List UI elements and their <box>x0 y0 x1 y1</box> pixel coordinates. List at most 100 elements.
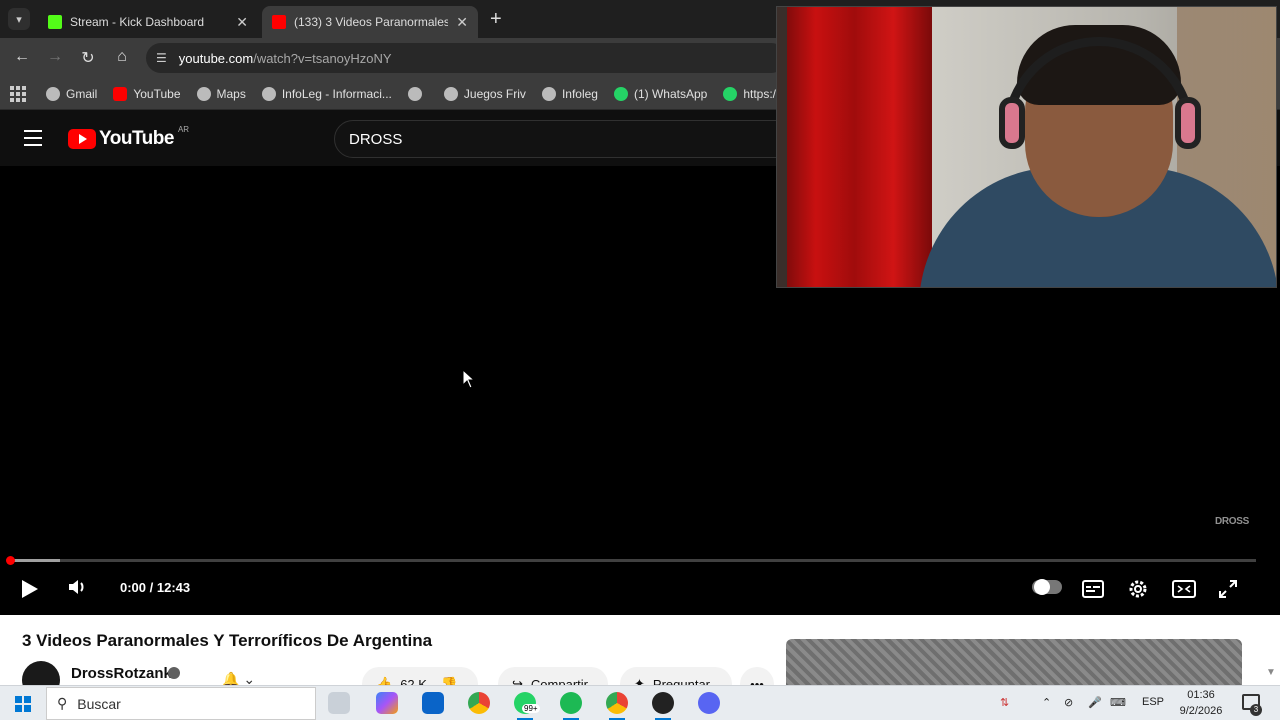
app-tray-icon[interactable]: ⇅ <box>1000 696 1009 709</box>
channel-watermark[interactable]: DROSS <box>1210 516 1254 540</box>
language-indicator[interactable]: ESP <box>1142 696 1164 708</box>
windows-taskbar: ⚲ Buscar 99+ ⇅ ⌃ ⊘ 🎤 ⌨ ESP 01:36 9/2/202… <box>0 685 1280 720</box>
video-title: 3 Videos Paranormales Y Terroríficos De … <box>22 631 433 650</box>
like-count: 62 K <box>400 676 427 686</box>
whatsapp-icon <box>613 86 628 101</box>
share-label: Compartir <box>530 676 588 686</box>
ask-label: Preguntar <box>652 676 710 686</box>
chrome-profile-icon[interactable] <box>606 692 628 720</box>
theater-mode-icon[interactable] <box>1172 580 1196 598</box>
globe-icon <box>261 86 276 101</box>
bookmark-gmail[interactable]: Gmail <box>46 86 98 101</box>
forward-icon[interactable]: → <box>45 48 65 66</box>
sidebar-thumbnail[interactable] <box>786 639 1242 685</box>
reload-icon[interactable]: ↻ <box>78 48 98 68</box>
ask-button[interactable]: ✦ Preguntar <box>620 667 732 685</box>
whatsapp-icon[interactable]: 99+ <box>514 692 540 720</box>
share-icon: ↪ <box>512 676 523 685</box>
youtube-wordmark: YouTube <box>99 128 174 149</box>
bookmark-label: (1) WhatsApp <box>633 86 708 101</box>
chevron-up-icon[interactable]: ⌃ <box>1042 696 1051 709</box>
volume-icon[interactable] <box>66 576 88 598</box>
scrubber-handle[interactable] <box>6 556 15 565</box>
bookmark-label: InfoLeg - Informaci... <box>281 86 392 101</box>
globe-icon <box>407 86 422 101</box>
taskbar-search-input[interactable]: ⚲ Buscar <box>46 687 316 720</box>
home-icon[interactable]: ⌂ <box>112 48 132 66</box>
bookmark-label: Infoleg <box>561 86 598 101</box>
search-query: DROSS <box>349 130 403 148</box>
back-icon[interactable]: ← <box>12 48 32 66</box>
menu-icon[interactable] <box>24 130 42 151</box>
tab-search-button[interactable]: ▾ <box>8 8 30 30</box>
bookmark-infoleg[interactable]: Infoleg <box>541 86 598 101</box>
search-input[interactable]: DROSS <box>334 120 794 158</box>
outlook-icon[interactable] <box>422 692 444 714</box>
youtube-icon <box>113 86 128 101</box>
keyboard-icon[interactable]: ⌨ <box>1110 696 1126 709</box>
buffered-bar <box>10 559 60 562</box>
channel-name[interactable]: DrossRotzank <box>71 665 172 682</box>
task-view-icon[interactable] <box>328 692 350 714</box>
apps-grid-icon[interactable] <box>10 85 26 102</box>
globe-icon <box>196 86 211 101</box>
scroll-down-icon[interactable]: ▼ <box>1266 667 1276 678</box>
bookmark-infoleg-informacion[interactable]: InfoLeg - Informaci... <box>261 86 392 101</box>
youtube-logo-icon <box>68 129 96 149</box>
taskbar-search-placeholder: Buscar <box>77 695 121 712</box>
microphone-icon[interactable]: 🎤 <box>1088 696 1102 709</box>
site-settings-icon[interactable]: ☰ <box>156 51 167 65</box>
new-tab-button[interactable]: + <box>490 8 502 31</box>
spotify-icon[interactable] <box>560 692 582 720</box>
close-icon[interactable]: ✕ <box>456 14 468 31</box>
whatsapp-badge: 99+ <box>522 704 540 713</box>
settings-icon[interactable] <box>1126 578 1150 600</box>
verified-icon <box>168 667 180 679</box>
youtube-icon <box>272 15 286 29</box>
discord-icon[interactable] <box>698 692 720 714</box>
bookmark-youtube[interactable]: YouTube <box>113 86 181 101</box>
bookmark-unnamed[interactable] <box>407 86 428 101</box>
obs-icon[interactable] <box>652 692 674 720</box>
subtitles-icon[interactable] <box>1082 580 1104 598</box>
autoplay-toggle[interactable] <box>1032 579 1062 595</box>
sparkle-icon: ✦ <box>634 676 645 685</box>
tab-title: (133) 3 Videos Paranormales Y <box>294 15 449 29</box>
youtube-logo[interactable]: YouTube AR <box>68 125 189 150</box>
share-button[interactable]: ↪ Compartir <box>498 667 608 685</box>
bookmark-whatsapp[interactable]: (1) WhatsApp <box>613 86 708 101</box>
like-button[interactable]: 👍 62 K 👎 <box>362 667 478 685</box>
bookmark-label: https:// <box>743 86 780 101</box>
more-icon: ••• <box>750 676 764 686</box>
video-info-section: 3 Videos Paranormales Y Terroríficos De … <box>0 615 1280 685</box>
bookmark-label: Gmail <box>66 86 98 101</box>
network-off-icon[interactable]: ⊘ <box>1064 696 1073 709</box>
url-host: youtube.com <box>178 50 254 66</box>
copilot-icon[interactable] <box>376 692 398 714</box>
avatar[interactable] <box>22 661 60 685</box>
bookmark-https[interactable]: https:// <box>723 86 780 101</box>
tab-youtube-video[interactable]: (133) 3 Videos Paranormales Y ✕ <box>262 6 478 38</box>
thumbs-down-icon[interactable]: 👎 <box>441 676 457 685</box>
chrome-icon[interactable] <box>468 692 490 714</box>
more-actions-button[interactable]: ••• <box>740 667 774 685</box>
bookmark-juegos-friv[interactable]: Juegos Friv <box>443 86 526 101</box>
address-bar[interactable]: ☰ youtube.com/watch?v=tsanoyHzoNY <box>146 43 786 73</box>
bookmark-maps[interactable]: Maps <box>196 86 246 101</box>
play-icon[interactable] <box>22 580 38 598</box>
taskbar-clock[interactable]: 01:36 9/2/2026 <box>1170 687 1232 719</box>
bookmark-label: Maps <box>216 86 246 101</box>
webcam-overlay <box>776 6 1277 288</box>
whatsapp-icon <box>723 86 738 101</box>
notification-bell-icon[interactable]: 🔔 ⌄ <box>222 671 272 685</box>
url-path: /watch?v=tsanoyHzoNY <box>253 50 392 66</box>
progress-bar[interactable] <box>6 556 1256 565</box>
notification-count: 3 <box>1250 704 1262 716</box>
kick-icon <box>48 15 62 29</box>
tab-kick-dashboard[interactable]: Stream - Kick Dashboard ✕ <box>38 6 258 38</box>
fullscreen-icon[interactable] <box>1216 578 1240 600</box>
search-icon: ⚲ <box>57 695 68 711</box>
windows-start-icon[interactable] <box>15 696 31 712</box>
close-icon[interactable]: ✕ <box>236 14 248 31</box>
globe-icon <box>443 86 458 101</box>
